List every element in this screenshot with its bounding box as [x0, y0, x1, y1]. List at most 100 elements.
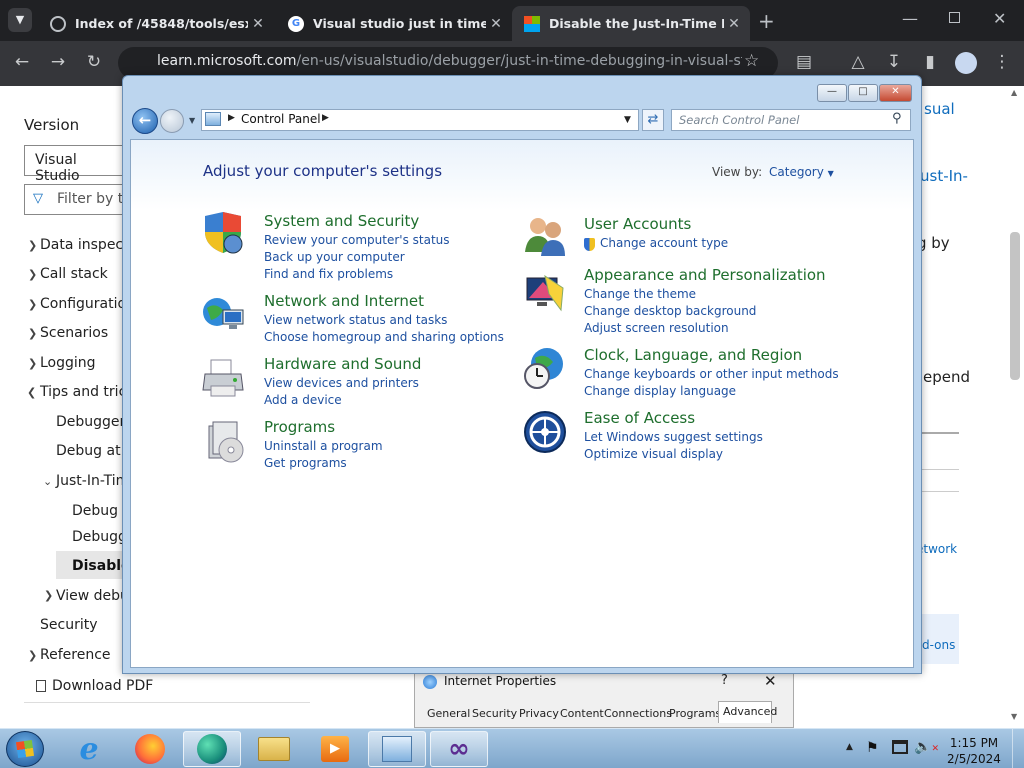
back-arrow-icon[interactable]: ← [10, 52, 34, 72]
search-control-panel-input[interactable]: Search Control Panel ⚲ [671, 109, 911, 131]
view-network-status-link[interactable]: View network status and tasks [264, 313, 447, 327]
close-tab-icon[interactable]: ✕ [486, 16, 506, 32]
close-tab-icon[interactable]: ✕ [724, 16, 744, 32]
tab-programs[interactable]: Programs [669, 707, 721, 720]
user-accounts-link[interactable]: User Accounts [584, 215, 691, 233]
tab-connections[interactable]: Connections [604, 707, 672, 720]
close-icon[interactable]: ✕ [764, 672, 777, 690]
bookmark-star-icon[interactable]: ☆ [744, 51, 759, 71]
nav-item-data-inspection[interactable]: Data inspecti [40, 237, 133, 253]
profile-avatar-icon[interactable] [955, 52, 977, 74]
find-fix-problems-link[interactable]: Find and fix problems [264, 267, 393, 281]
homegroup-sharing-link[interactable]: Choose homegroup and sharing options [264, 330, 504, 344]
system-and-security-link[interactable]: System and Security [264, 212, 419, 230]
close-button[interactable]: ✕ [879, 84, 912, 102]
internet-explorer-icon[interactable]: e [60, 731, 118, 767]
change-account-type-link[interactable]: Change account type [600, 236, 728, 250]
breadcrumb-arrow-icon[interactable]: ▶ [322, 113, 329, 123]
labs-flask-icon[interactable]: △ [846, 52, 870, 72]
download-icon[interactable]: ↧ [882, 52, 906, 72]
adjust-screen-resolution-link[interactable]: Adjust screen resolution [584, 321, 729, 335]
side-panel-icon[interactable]: ▮ [918, 52, 942, 72]
page-text-fragment[interactable]: sual [924, 100, 955, 118]
address-dropdown-icon[interactable]: ▼ [624, 115, 631, 125]
close-window-icon[interactable]: ✕ [993, 9, 1006, 28]
back-button[interactable]: ← [132, 108, 158, 134]
nav-item-tips-and-tricks[interactable]: Tips and trick [40, 384, 134, 400]
appearance-personalization-link[interactable]: Appearance and Personalization [584, 266, 826, 284]
nav-item-configuration[interactable]: Configuration [40, 296, 135, 312]
nav-item-logging[interactable]: Logging [40, 355, 96, 371]
nav-item-scenarios[interactable]: Scenarios [40, 325, 108, 341]
reload-icon[interactable]: ↻ [82, 52, 106, 72]
visual-studio-icon[interactable]: ∞ [430, 731, 488, 767]
firefox-icon[interactable] [121, 731, 179, 767]
extensions-puzzle-icon[interactable]: ▤ [792, 52, 816, 72]
windows-suggest-settings-link[interactable]: Let Windows suggest settings [584, 430, 763, 444]
nav-item-just-in-time[interactable]: Just-In-Tim [56, 473, 129, 489]
ease-of-access-link[interactable]: Ease of Access [584, 409, 695, 427]
forward-arrow-icon[interactable]: → [46, 52, 70, 72]
view-devices-printers-link[interactable]: View devices and printers [264, 376, 419, 390]
refresh-icon[interactable]: ⇄ [642, 109, 664, 131]
show-desktop-button[interactable] [1012, 729, 1024, 768]
action-center-flag-icon[interactable]: ⚑ [866, 740, 879, 756]
recent-pages-icon[interactable]: ▼ [189, 116, 195, 125]
tab-content[interactable]: Content [560, 707, 604, 720]
system-clock[interactable]: 1:15 PM 2/5/2024 [946, 735, 1002, 767]
control-panel-taskbar-icon[interactable] [368, 731, 426, 767]
browser-menu-icon[interactable]: ⋮ [990, 52, 1014, 72]
nav-item-debugger-sub[interactable]: Debugg [72, 529, 127, 545]
page-link-fragment[interactable]: d-ons [922, 638, 955, 652]
breadcrumb[interactable]: Control Panel [241, 112, 321, 126]
restore-window-icon[interactable] [949, 12, 960, 23]
change-desktop-background-link[interactable]: Change desktop background [584, 304, 756, 318]
version-select[interactable]: Visual Studio [24, 145, 134, 184]
browser-tab-2[interactable]: G Visual studio just in time debu ✕ [276, 6, 512, 41]
search-icon[interactable]: ⚲ [892, 111, 902, 126]
view-by-dropdown[interactable]: Category ▼ [769, 165, 834, 179]
network-icon[interactable] [892, 740, 908, 754]
page-scrollbar-thumb[interactable] [1010, 232, 1020, 380]
browser-tab-3-active[interactable]: Disable the Just-In-Time Debu ✕ [512, 6, 750, 41]
page-text-fragment[interactable]: ust-In- [920, 167, 968, 185]
download-pdf-link[interactable]: Download PDF [52, 678, 153, 694]
clock-language-region-link[interactable]: Clock, Language, and Region [584, 346, 802, 364]
review-computer-status-link[interactable]: Review your computer's status [264, 233, 450, 247]
start-button[interactable] [6, 731, 44, 767]
nav-item-call-stack[interactable]: Call stack [40, 266, 108, 282]
tab-security[interactable]: Security [472, 707, 517, 720]
page-link-fragment[interactable]: etwork [916, 542, 957, 556]
tab-general[interactable]: General [427, 707, 470, 720]
forward-button[interactable] [160, 109, 184, 133]
programs-link[interactable]: Programs [264, 418, 335, 436]
edge-icon[interactable] [183, 731, 241, 767]
media-player-icon[interactable]: ▶ [306, 731, 364, 767]
get-programs-link[interactable]: Get programs [264, 456, 347, 470]
minimize-window-icon[interactable]: — [902, 9, 918, 28]
scroll-down-icon[interactable]: ▼ [1011, 712, 1017, 721]
tab-privacy[interactable]: Privacy [519, 707, 559, 720]
help-button[interactable]: ? [721, 673, 728, 688]
change-theme-link[interactable]: Change the theme [584, 287, 696, 301]
breadcrumb-arrow-icon[interactable]: ▶ [228, 113, 235, 123]
uninstall-program-link[interactable]: Uninstall a program [264, 439, 383, 453]
filter-input[interactable]: ▽ Filter by tit [24, 184, 134, 215]
minimize-button[interactable]: — [817, 84, 847, 102]
nav-item-security[interactable]: Security [40, 617, 98, 633]
hardware-and-sound-link[interactable]: Hardware and Sound [264, 355, 421, 373]
nav-item-debugger[interactable]: Debugger [56, 414, 125, 430]
show-hidden-icons[interactable]: ▲ [846, 742, 853, 752]
browser-tab-1[interactable]: Index of /45848/tools/esx/late ✕ [38, 6, 274, 41]
scroll-up-icon[interactable]: ▲ [1011, 88, 1017, 97]
file-explorer-icon[interactable] [245, 731, 303, 767]
change-display-language-link[interactable]: Change display language [584, 384, 736, 398]
tab-advanced[interactable]: Advanced [723, 705, 777, 718]
tab-search-button[interactable]: ▼ [8, 8, 32, 32]
new-tab-icon[interactable]: + [758, 9, 775, 33]
volume-muted-icon[interactable]: 🔈✕ [914, 739, 939, 755]
nav-item-reference[interactable]: Reference [40, 647, 111, 663]
network-and-internet-link[interactable]: Network and Internet [264, 292, 424, 310]
back-up-computer-link[interactable]: Back up your computer [264, 250, 405, 264]
nav-item-view-debug[interactable]: View debu [56, 588, 129, 604]
